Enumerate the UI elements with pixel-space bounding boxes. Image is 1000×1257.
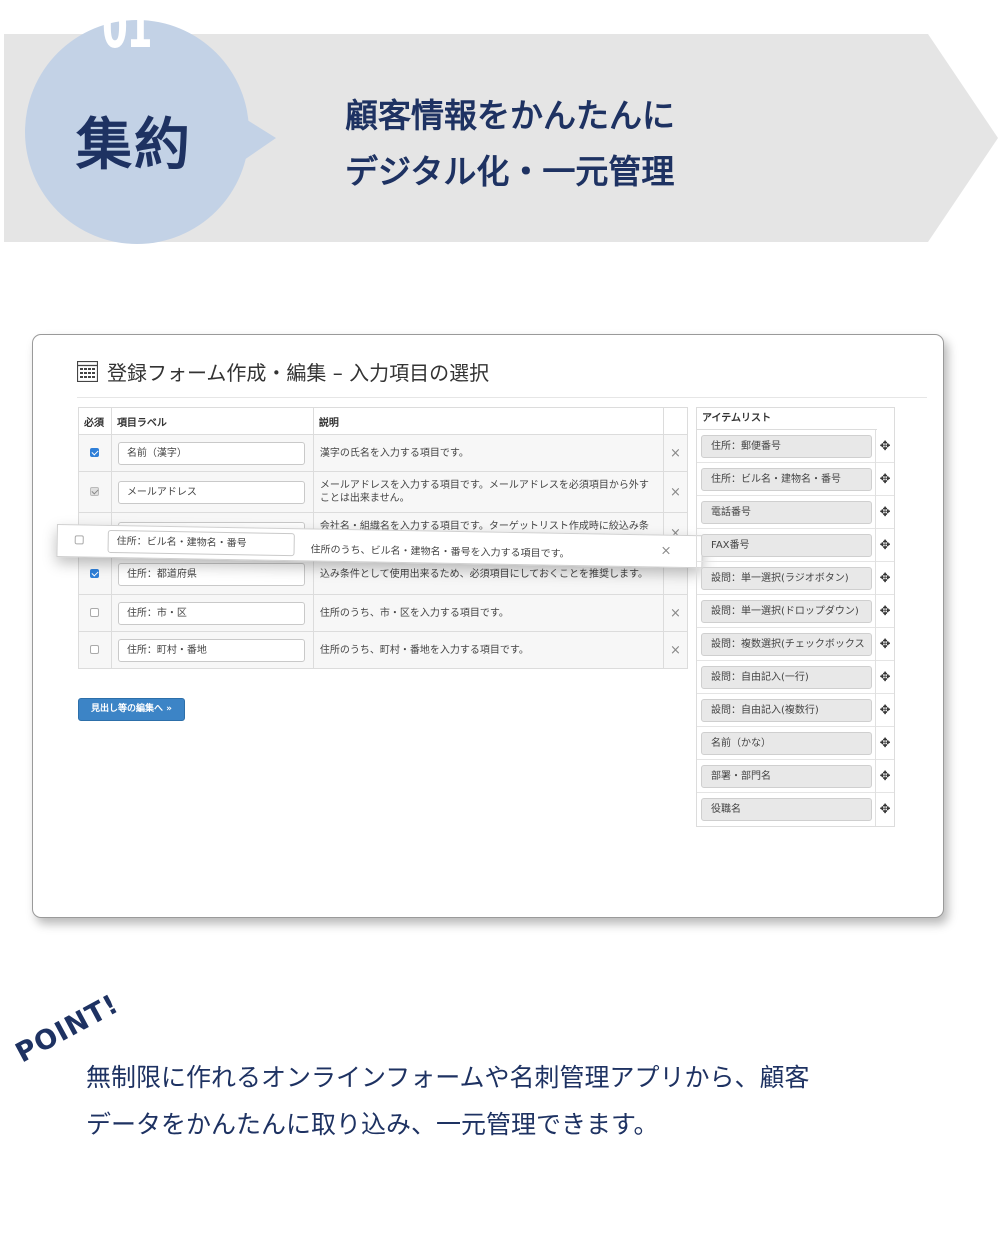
item-chip[interactable]: 名前（かな） [701,731,873,755]
headline-line-2: デジタル化・一元管理 [345,152,675,191]
field-description: 住所のうち、市・区を入力する項目です。 [312,594,665,632]
column-header-required: 必須 [78,407,112,435]
app-screenshot-panel: 登録フォーム作成・編集 – 入力項目の選択 必須 項目ラベル 説明 名前（漢字）… [32,334,944,918]
item-list-row: 名前（かな） ✥ [697,726,894,760]
item-list-panel: アイテムリスト 住所：郵便番号 ✥ 住所：ビル名・建物名・番号 ✥ 電話番号 ✥ FA… [696,407,895,827]
point-text-line-1: 無制限に作れるオンラインフォームや名刺管理アプリから、顧客 [86,1063,810,1092]
required-checkbox[interactable] [90,608,100,617]
remove-field-icon[interactable]: × [663,434,688,472]
required-checkbox[interactable] [90,645,100,654]
move-icon[interactable]: ✥ [875,759,894,793]
form-icon [76,360,99,383]
section-number: 01 [102,0,153,62]
item-chip[interactable]: 設問：単一選択(ドロップダウン) [701,599,873,623]
remove-field-icon[interactable]: × [663,471,688,513]
remove-field-icon[interactable]: × [663,594,688,632]
item-chip[interactable]: 役職名 [701,798,873,821]
table-row: メールアドレス メールアドレスを入力する項目です。メールアドレスを必須項目から外… [78,471,688,513]
required-checkbox[interactable] [90,448,100,457]
required-checkbox[interactable] [74,535,84,545]
move-icon[interactable]: ✥ [875,660,894,694]
move-icon[interactable]: ✥ [875,561,894,595]
point-description: 無制限に作れるオンラインフォームや名刺管理アプリから、顧客 データをかんたんに取… [86,1054,946,1148]
move-icon[interactable]: ✥ [875,495,894,529]
field-label-input[interactable]: メールアドレス [117,480,305,504]
required-checkbox-locked [90,487,100,496]
item-list-header: アイテムリスト [697,408,877,430]
field-description: メールアドレスを入力する項目です。メールアドレスを必須項目から外すことは出来ませ… [312,471,665,513]
item-chip[interactable]: 設問：複数選択(チェックボックス [701,632,873,656]
field-description: 住所のうち、ビル名・建物名・番号を入力する項目です。 [310,544,570,560]
field-label-input[interactable]: 住所：ビル名・建物名・番号 [107,529,295,557]
move-icon[interactable]: ✥ [875,429,894,463]
item-list-row: FAX番号 ✥ [697,528,894,562]
item-chip[interactable]: 設問：自由記入(一行) [701,665,873,689]
page-title: 登録フォーム作成・編集 – 入力項目の選択 [76,357,490,386]
item-list-row: 設問：単一選択(ドロップダウン) ✥ [697,594,894,628]
table-row: 名前（漢字） 漢字の氏名を入力する項目です。 × [78,434,688,472]
move-icon[interactable]: ✥ [875,462,894,496]
item-chip[interactable]: 住所：郵便番号 [701,434,873,458]
title-divider [77,397,927,398]
section-headline: 顧客情報をかんたんに デジタル化・一元管理 [345,88,675,200]
remove-field-icon[interactable]: × [663,631,688,669]
item-list-row: 部署・部門名 ✥ [697,759,894,793]
remove-field-icon[interactable]: × [660,544,671,559]
move-icon[interactable]: ✥ [875,594,894,628]
item-chip[interactable]: 設問：自由記入(複数行) [701,698,873,722]
required-checkbox[interactable] [90,569,100,578]
item-list-row: 設問：自由記入(一行) ✥ [697,660,894,694]
item-list-row: 住所：ビル名・建物名・番号 ✥ [697,462,894,496]
move-icon[interactable]: ✥ [875,693,894,727]
item-list-row: 住所：郵便番号 ✥ [697,429,894,463]
item-chip[interactable]: 住所：ビル名・建物名・番号 [701,467,873,491]
column-header-description: 説明 [312,407,665,435]
column-header-actions [663,407,688,435]
field-label-input[interactable]: 住所：町村・番地 [117,638,305,662]
column-header-label: 項目ラベル [110,407,314,435]
field-label-input[interactable]: 住所：市・区 [117,601,305,625]
field-label-input[interactable]: 住所：都道府県 [117,562,305,586]
move-icon[interactable]: ✥ [875,627,894,661]
point-text-line-2: データをかんたんに取り込み、一元管理できます。 [86,1110,659,1139]
field-label-input[interactable]: 名前（漢字） [117,441,305,465]
move-icon[interactable]: ✥ [875,793,894,826]
move-icon[interactable]: ✥ [875,528,894,562]
item-chip[interactable]: 電話番号 [701,500,873,524]
section-title: 集約 [76,113,192,178]
table-row: 住所：町村・番地 住所のうち、町村・番地を入力する項目です。 × [78,631,688,669]
item-list-row: 設問：複数選択(チェックボックス ✥ [697,627,894,661]
field-description: 漢字の氏名を入力する項目です。 [312,434,665,472]
table-row: 住所：市・区 住所のうち、市・区を入力する項目です。 × [78,594,688,632]
item-list-row: 設問：自由記入(複数行) ✥ [697,693,894,727]
headline-line-1: 顧客情報をかんたんに [345,96,675,135]
page-title-text: 登録フォーム作成・編集 – 入力項目の選択 [107,361,490,385]
item-list-row: 役職名 ✥ [697,793,894,826]
hero-banner: 01 集約 顧客情報をかんたんに デジタル化・一元管理 [0,0,1000,250]
item-chip[interactable]: 部署・部門名 [701,764,873,788]
table-header-row: 必須 項目ラベル 説明 [78,407,688,435]
edit-headings-button[interactable]: 見出し等の編集へ » [78,698,185,721]
item-list-row: 電話番号 ✥ [697,495,894,529]
item-chip[interactable]: 設問：単一選択(ラジオボタン) [701,566,873,590]
item-list-row: 設問：単一選択(ラジオボタン) ✥ [697,561,894,595]
item-chip[interactable]: FAX番号 [701,533,873,557]
move-icon[interactable]: ✥ [875,726,894,760]
field-description: 住所のうち、町村・番地を入力する項目です。 [312,631,665,669]
